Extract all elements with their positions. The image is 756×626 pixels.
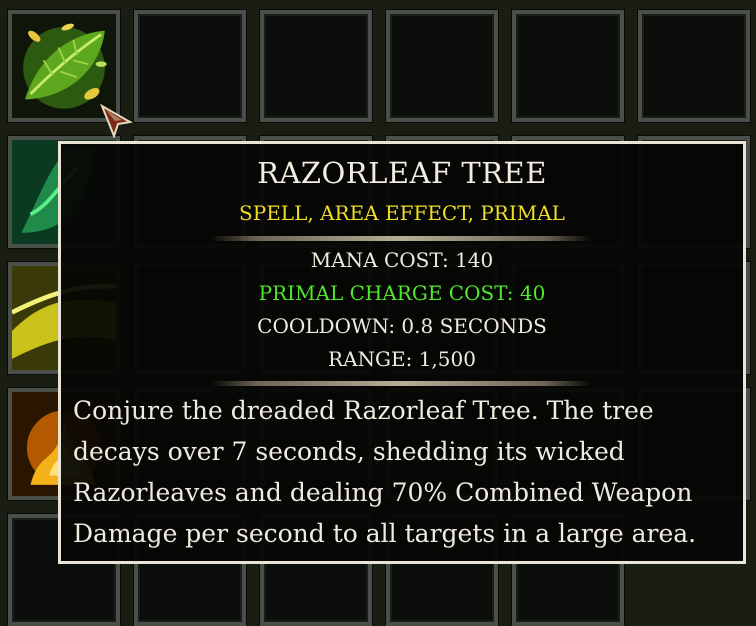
- stat-primal-charge-cost: PRIMAL CHARGE COST: 40: [61, 281, 743, 305]
- stat-label: COOLDOWN:: [257, 314, 396, 338]
- stat-value: 140: [455, 248, 494, 272]
- divider: [211, 236, 591, 241]
- inventory-slot[interactable]: [260, 10, 372, 122]
- stat-range: RANGE: 1,500: [61, 347, 743, 371]
- spell-title: RAZORLEAF TREE: [257, 156, 547, 190]
- stat-value: 40: [519, 281, 546, 305]
- divider: [211, 381, 591, 386]
- inventory-slot[interactable]: [512, 10, 624, 122]
- stat-cooldown: COOLDOWN: 0.8 SECONDS: [61, 314, 743, 338]
- spell-tags: SPELL, AREA EFFECT, PRIMAL: [239, 201, 565, 225]
- razorleaf-spell-icon: [12, 14, 116, 118]
- stat-mana-cost: MANA COST: 140: [61, 248, 743, 272]
- spell-description: Conjure the dreaded Razorleaf Tree. The …: [73, 396, 697, 548]
- stat-label: RANGE:: [328, 347, 413, 371]
- inventory-slot[interactable]: [134, 10, 246, 122]
- stat-label: MANA COST:: [310, 248, 449, 272]
- inventory-slot[interactable]: [638, 10, 750, 122]
- stat-value: 0.8 SECONDS: [401, 314, 547, 338]
- stat-label: PRIMAL CHARGE COST:: [258, 281, 514, 305]
- spell-tooltip: RAZORLEAF TREE SPELL, AREA EFFECT, PRIMA…: [58, 141, 746, 564]
- arrow-cursor-icon: [100, 104, 133, 138]
- stat-value: 1,500: [418, 347, 476, 371]
- inventory-slot[interactable]: [386, 10, 498, 122]
